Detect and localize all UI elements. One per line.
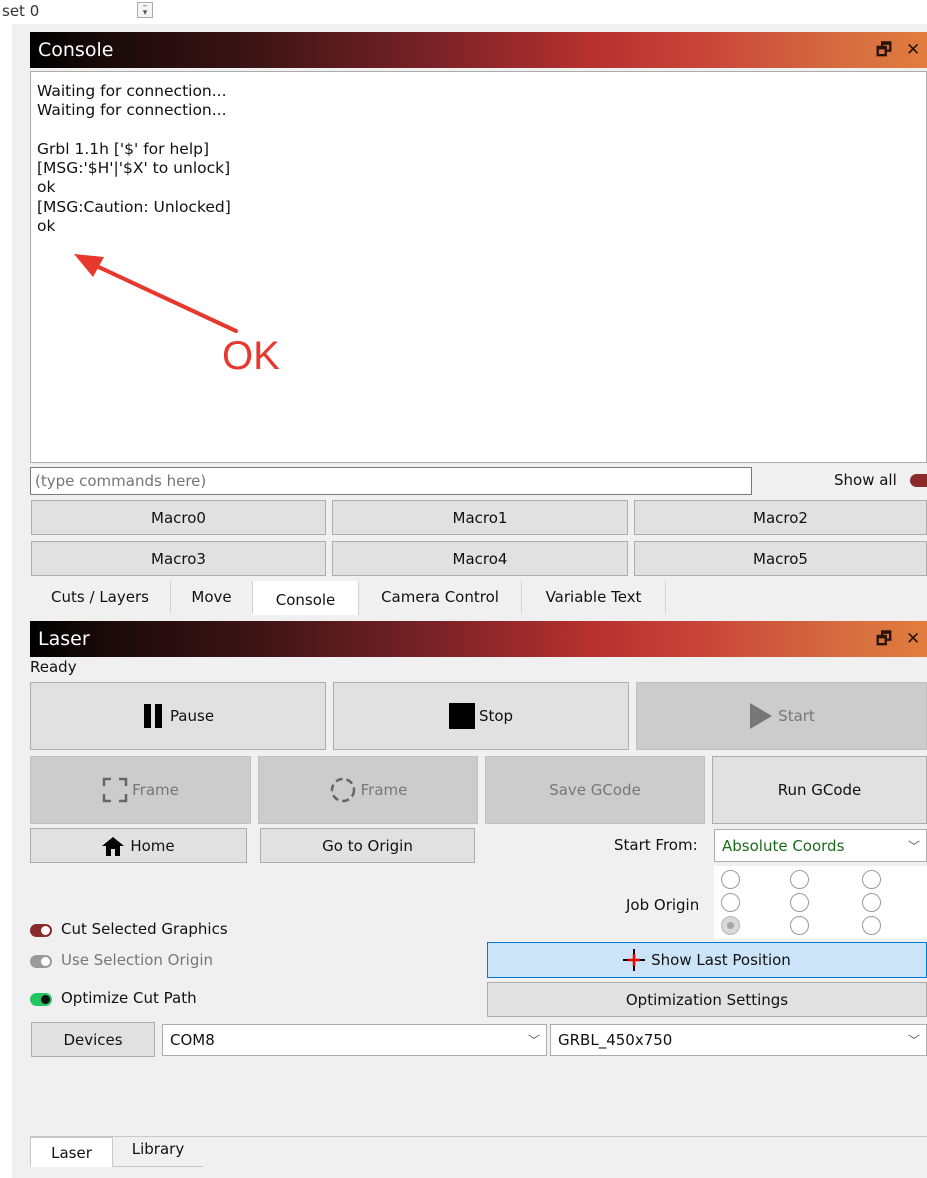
chevron-down-icon: ﹀ <box>527 1033 540 1048</box>
tab-variable-text[interactable]: Variable Text <box>522 581 666 613</box>
job-origin-label: Job Origin <box>626 896 700 914</box>
bottom-tab-laser[interactable]: Laser <box>30 1137 113 1167</box>
macro2-button[interactable]: Macro2 <box>634 500 927 535</box>
start-from-label: Start From: <box>614 836 698 854</box>
job-origin-grid <box>714 866 927 939</box>
show-last-position-label: Show Last Position <box>651 951 791 969</box>
use-selection-origin-label: Use Selection Origin <box>61 951 214 969</box>
crosshair-icon <box>623 949 646 971</box>
spin-down-icon[interactable]: – ▾ <box>137 2 153 18</box>
cut-selected-label: Cut Selected Graphics <box>61 920 228 938</box>
optimize-cut-path-toggle[interactable] <box>30 993 52 1006</box>
show-all-label: Show all <box>834 471 897 489</box>
start-from-value: Absolute Coords <box>722 836 845 855</box>
start-label: Start <box>778 707 815 725</box>
macro5-button[interactable]: Macro5 <box>634 541 927 576</box>
macro0-button[interactable]: Macro0 <box>31 500 326 535</box>
laser-titlebar: Laser 🗗 ✕ <box>30 621 927 657</box>
frame-rect-icon <box>102 777 128 803</box>
stop-button[interactable]: Stop <box>333 682 629 750</box>
pause-button[interactable]: Pause <box>30 682 326 750</box>
bottom-tab-library[interactable]: Library <box>113 1137 203 1167</box>
origin-radio-bottom-right[interactable] <box>862 916 881 935</box>
frame-circle-label: Frame <box>360 781 408 799</box>
laser-status: Ready <box>30 658 77 676</box>
tab-console[interactable]: Console <box>253 581 359 615</box>
pause-icon <box>143 704 162 728</box>
play-icon <box>750 703 773 729</box>
origin-radio-middle-center[interactable] <box>790 893 809 912</box>
laser-title: Laser <box>38 628 90 650</box>
console-line: ok <box>37 217 56 236</box>
tab-camera-control[interactable]: Camera Control <box>359 581 522 613</box>
stop-label: Stop <box>478 707 514 725</box>
use-selection-origin-toggle[interactable] <box>30 955 52 968</box>
console-line: Grbl 1.1h ['$' for help] <box>37 139 210 158</box>
offset-label: set 0 <box>2 2 40 20</box>
home-icon <box>102 836 125 856</box>
chevron-down-icon: ﹀ <box>907 1033 920 1048</box>
console-titlebar: Console 🗗 ✕ <box>30 32 927 68</box>
origin-radio-bottom-left[interactable] <box>721 916 740 935</box>
tab-move[interactable]: Move <box>171 581 253 613</box>
annotation-label: OK <box>222 334 280 378</box>
port-value: COM8 <box>170 1031 215 1049</box>
stop-icon <box>448 703 475 729</box>
console-line: [MSG:Caution: Unlocked] <box>37 197 231 216</box>
console-line: [MSG:'$H'|'$X' to unlock] <box>37 159 231 178</box>
pause-label: Pause <box>169 707 215 725</box>
float-window-icon[interactable]: 🗗 <box>876 32 892 68</box>
close-icon[interactable]: ✕ <box>906 621 920 657</box>
close-icon[interactable]: ✕ <box>906 32 920 68</box>
macro1-button[interactable]: Macro1 <box>332 500 628 535</box>
origin-radio-middle-left[interactable] <box>721 893 740 912</box>
console-line: Waiting for connection... <box>37 82 227 100</box>
profile-select[interactable]: GRBL_450x750 ﹀ <box>550 1024 927 1056</box>
profile-value: GRBL_450x750 <box>558 1031 673 1049</box>
show-all-toggle[interactable] <box>910 474 927 487</box>
optimize-cut-path-label: Optimize Cut Path <box>61 989 197 1007</box>
tab-cuts-layers[interactable]: Cuts / Layers <box>30 581 171 613</box>
start-from-select[interactable]: Absolute Coords ﹀ <box>714 829 927 862</box>
frame-circle-icon <box>330 777 355 803</box>
start-button[interactable]: Start <box>636 682 927 750</box>
origin-radio-top-left[interactable] <box>721 870 740 889</box>
home-label: Home <box>130 836 175 855</box>
frame-circle-button[interactable]: Frame <box>258 756 478 824</box>
cut-selected-toggle[interactable] <box>30 924 52 937</box>
origin-radio-top-center[interactable] <box>790 870 809 889</box>
annotation-arrow-icon <box>74 254 238 333</box>
show-last-position-button[interactable]: Show Last Position <box>487 942 927 978</box>
chevron-down-icon: ﹀ <box>907 839 920 853</box>
frame-rect-label: Frame <box>132 781 179 799</box>
macro3-button[interactable]: Macro3 <box>31 541 326 576</box>
save-gcode-button[interactable]: Save GCode <box>485 756 705 824</box>
float-window-icon[interactable]: 🗗 <box>876 621 892 657</box>
origin-radio-middle-right[interactable] <box>862 893 881 912</box>
origin-radio-top-right[interactable] <box>862 870 881 889</box>
port-select[interactable]: COM8 ﹀ <box>162 1024 547 1056</box>
optimization-settings-button[interactable]: Optimization Settings <box>487 982 927 1017</box>
run-gcode-button[interactable]: Run GCode <box>712 756 927 824</box>
go-to-origin-button[interactable]: Go to Origin <box>260 828 475 863</box>
origin-radio-bottom-center[interactable] <box>790 916 809 935</box>
console-title: Console <box>38 39 114 61</box>
console-line: ok <box>37 178 56 197</box>
macro4-button[interactable]: Macro4 <box>332 541 628 576</box>
devices-button[interactable]: Devices <box>31 1022 155 1057</box>
home-button[interactable]: Home <box>30 828 247 863</box>
frame-rect-button[interactable]: Frame <box>30 756 251 824</box>
console-line: Waiting for connection... <box>37 101 227 120</box>
command-input[interactable] <box>30 467 752 495</box>
